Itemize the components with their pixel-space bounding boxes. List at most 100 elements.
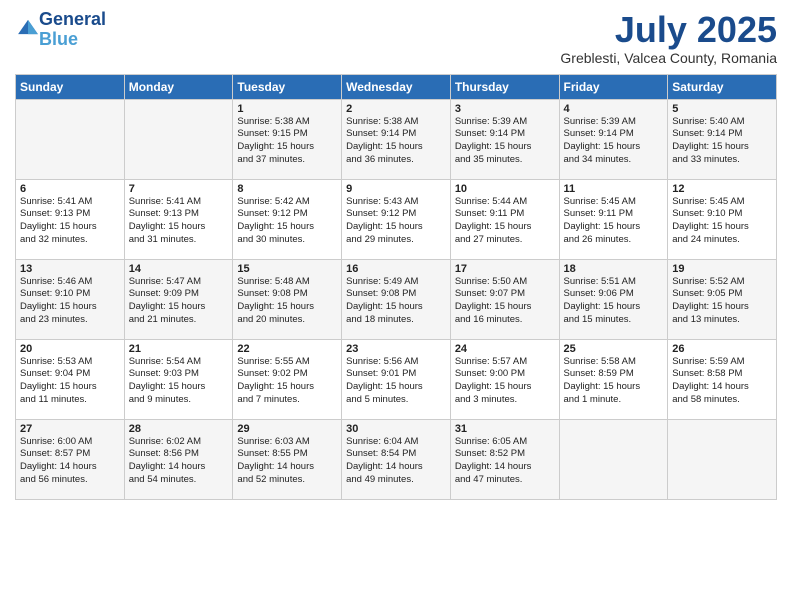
day-number: 27 (20, 423, 120, 435)
day-number: 13 (20, 263, 120, 275)
header: General Blue July 2025 Greblesti, Valcea… (15, 10, 777, 66)
calendar-cell: 14Sunrise: 5:47 AM Sunset: 9:09 PM Dayli… (124, 259, 233, 339)
cell-content: Sunrise: 5:53 AM Sunset: 9:04 PM Dayligh… (20, 356, 120, 407)
day-number: 3 (455, 103, 555, 115)
logo-line1: General (39, 10, 106, 30)
day-number: 18 (564, 263, 664, 275)
cell-content: Sunrise: 6:04 AM Sunset: 8:54 PM Dayligh… (346, 436, 446, 487)
day-header: Saturday (668, 74, 777, 99)
day-number: 25 (564, 343, 664, 355)
day-number: 4 (564, 103, 664, 115)
day-number: 9 (346, 183, 446, 195)
day-number: 7 (129, 183, 229, 195)
cell-content: Sunrise: 5:39 AM Sunset: 9:14 PM Dayligh… (564, 116, 664, 167)
cell-content: Sunrise: 5:47 AM Sunset: 9:09 PM Dayligh… (129, 276, 229, 327)
calendar-cell: 16Sunrise: 5:49 AM Sunset: 9:08 PM Dayli… (342, 259, 451, 339)
cell-content: Sunrise: 5:38 AM Sunset: 9:15 PM Dayligh… (237, 116, 337, 167)
calendar-cell: 17Sunrise: 5:50 AM Sunset: 9:07 PM Dayli… (450, 259, 559, 339)
day-number: 10 (455, 183, 555, 195)
cell-content: Sunrise: 5:41 AM Sunset: 9:13 PM Dayligh… (129, 196, 229, 247)
cell-content: Sunrise: 5:45 AM Sunset: 9:11 PM Dayligh… (564, 196, 664, 247)
cell-content: Sunrise: 5:54 AM Sunset: 9:03 PM Dayligh… (129, 356, 229, 407)
cell-content: Sunrise: 5:41 AM Sunset: 9:13 PM Dayligh… (20, 196, 120, 247)
calendar-cell: 24Sunrise: 5:57 AM Sunset: 9:00 PM Dayli… (450, 339, 559, 419)
calendar-cell: 18Sunrise: 5:51 AM Sunset: 9:06 PM Dayli… (559, 259, 668, 339)
day-number: 1 (237, 103, 337, 115)
cell-content: Sunrise: 6:00 AM Sunset: 8:57 PM Dayligh… (20, 436, 120, 487)
calendar-cell: 10Sunrise: 5:44 AM Sunset: 9:11 PM Dayli… (450, 179, 559, 259)
day-number: 20 (20, 343, 120, 355)
day-number: 17 (455, 263, 555, 275)
day-header: Friday (559, 74, 668, 99)
day-number: 12 (672, 183, 772, 195)
day-number: 22 (237, 343, 337, 355)
calendar-cell: 28Sunrise: 6:02 AM Sunset: 8:56 PM Dayli… (124, 419, 233, 499)
day-header: Monday (124, 74, 233, 99)
logo-icon (17, 16, 39, 38)
calendar-cell: 25Sunrise: 5:58 AM Sunset: 8:59 PM Dayli… (559, 339, 668, 419)
calendar-cell: 12Sunrise: 5:45 AM Sunset: 9:10 PM Dayli… (668, 179, 777, 259)
cell-content: Sunrise: 5:56 AM Sunset: 9:01 PM Dayligh… (346, 356, 446, 407)
cell-content: Sunrise: 5:49 AM Sunset: 9:08 PM Dayligh… (346, 276, 446, 327)
day-number: 14 (129, 263, 229, 275)
day-number: 30 (346, 423, 446, 435)
cell-content: Sunrise: 5:51 AM Sunset: 9:06 PM Dayligh… (564, 276, 664, 327)
cell-content: Sunrise: 5:38 AM Sunset: 9:14 PM Dayligh… (346, 116, 446, 167)
cell-content: Sunrise: 5:43 AM Sunset: 9:12 PM Dayligh… (346, 196, 446, 247)
day-number: 31 (455, 423, 555, 435)
day-header: Wednesday (342, 74, 451, 99)
cell-content: Sunrise: 5:59 AM Sunset: 8:58 PM Dayligh… (672, 356, 772, 407)
day-header: Sunday (16, 74, 125, 99)
cell-content: Sunrise: 5:52 AM Sunset: 9:05 PM Dayligh… (672, 276, 772, 327)
month-title: July 2025 (560, 10, 777, 50)
cell-content: Sunrise: 5:57 AM Sunset: 9:00 PM Dayligh… (455, 356, 555, 407)
calendar-cell: 7Sunrise: 5:41 AM Sunset: 9:13 PM Daylig… (124, 179, 233, 259)
calendar-cell: 31Sunrise: 6:05 AM Sunset: 8:52 PM Dayli… (450, 419, 559, 499)
calendar-week-row: 20Sunrise: 5:53 AM Sunset: 9:04 PM Dayli… (16, 339, 777, 419)
calendar-cell: 11Sunrise: 5:45 AM Sunset: 9:11 PM Dayli… (559, 179, 668, 259)
logo-text: General Blue (39, 10, 106, 50)
cell-content: Sunrise: 5:40 AM Sunset: 9:14 PM Dayligh… (672, 116, 772, 167)
calendar-cell: 6Sunrise: 5:41 AM Sunset: 9:13 PM Daylig… (16, 179, 125, 259)
cell-content: Sunrise: 6:05 AM Sunset: 8:52 PM Dayligh… (455, 436, 555, 487)
calendar-cell: 4Sunrise: 5:39 AM Sunset: 9:14 PM Daylig… (559, 99, 668, 179)
calendar-cell: 26Sunrise: 5:59 AM Sunset: 8:58 PM Dayli… (668, 339, 777, 419)
cell-content: Sunrise: 5:55 AM Sunset: 9:02 PM Dayligh… (237, 356, 337, 407)
calendar-body: 1Sunrise: 5:38 AM Sunset: 9:15 PM Daylig… (16, 99, 777, 499)
day-number: 16 (346, 263, 446, 275)
calendar-cell: 8Sunrise: 5:42 AM Sunset: 9:12 PM Daylig… (233, 179, 342, 259)
calendar-cell: 5Sunrise: 5:40 AM Sunset: 9:14 PM Daylig… (668, 99, 777, 179)
calendar-cell: 1Sunrise: 5:38 AM Sunset: 9:15 PM Daylig… (233, 99, 342, 179)
calendar-cell: 3Sunrise: 5:39 AM Sunset: 9:14 PM Daylig… (450, 99, 559, 179)
calendar-week-row: 27Sunrise: 6:00 AM Sunset: 8:57 PM Dayli… (16, 419, 777, 499)
day-number: 21 (129, 343, 229, 355)
calendar-cell: 22Sunrise: 5:55 AM Sunset: 9:02 PM Dayli… (233, 339, 342, 419)
cell-content: Sunrise: 5:44 AM Sunset: 9:11 PM Dayligh… (455, 196, 555, 247)
day-number: 2 (346, 103, 446, 115)
day-number: 8 (237, 183, 337, 195)
logo-line2: Blue (39, 30, 106, 50)
calendar-cell: 9Sunrise: 5:43 AM Sunset: 9:12 PM Daylig… (342, 179, 451, 259)
title-block: July 2025 Greblesti, Valcea County, Roma… (560, 10, 777, 66)
cell-content: Sunrise: 5:58 AM Sunset: 8:59 PM Dayligh… (564, 356, 664, 407)
calendar-cell: 27Sunrise: 6:00 AM Sunset: 8:57 PM Dayli… (16, 419, 125, 499)
cell-content: Sunrise: 5:46 AM Sunset: 9:10 PM Dayligh… (20, 276, 120, 327)
calendar-cell: 20Sunrise: 5:53 AM Sunset: 9:04 PM Dayli… (16, 339, 125, 419)
day-header: Thursday (450, 74, 559, 99)
calendar-cell: 21Sunrise: 5:54 AM Sunset: 9:03 PM Dayli… (124, 339, 233, 419)
day-number: 26 (672, 343, 772, 355)
cell-content: Sunrise: 5:39 AM Sunset: 9:14 PM Dayligh… (455, 116, 555, 167)
cell-content: Sunrise: 6:02 AM Sunset: 8:56 PM Dayligh… (129, 436, 229, 487)
calendar-cell: 2Sunrise: 5:38 AM Sunset: 9:14 PM Daylig… (342, 99, 451, 179)
day-number: 11 (564, 183, 664, 195)
day-number: 28 (129, 423, 229, 435)
calendar-cell: 19Sunrise: 5:52 AM Sunset: 9:05 PM Dayli… (668, 259, 777, 339)
calendar-cell (124, 99, 233, 179)
calendar-cell: 23Sunrise: 5:56 AM Sunset: 9:01 PM Dayli… (342, 339, 451, 419)
cell-content: Sunrise: 5:48 AM Sunset: 9:08 PM Dayligh… (237, 276, 337, 327)
day-header: Tuesday (233, 74, 342, 99)
day-number: 19 (672, 263, 772, 275)
location: Greblesti, Valcea County, Romania (560, 50, 777, 66)
cell-content: Sunrise: 6:03 AM Sunset: 8:55 PM Dayligh… (237, 436, 337, 487)
calendar-cell (559, 419, 668, 499)
